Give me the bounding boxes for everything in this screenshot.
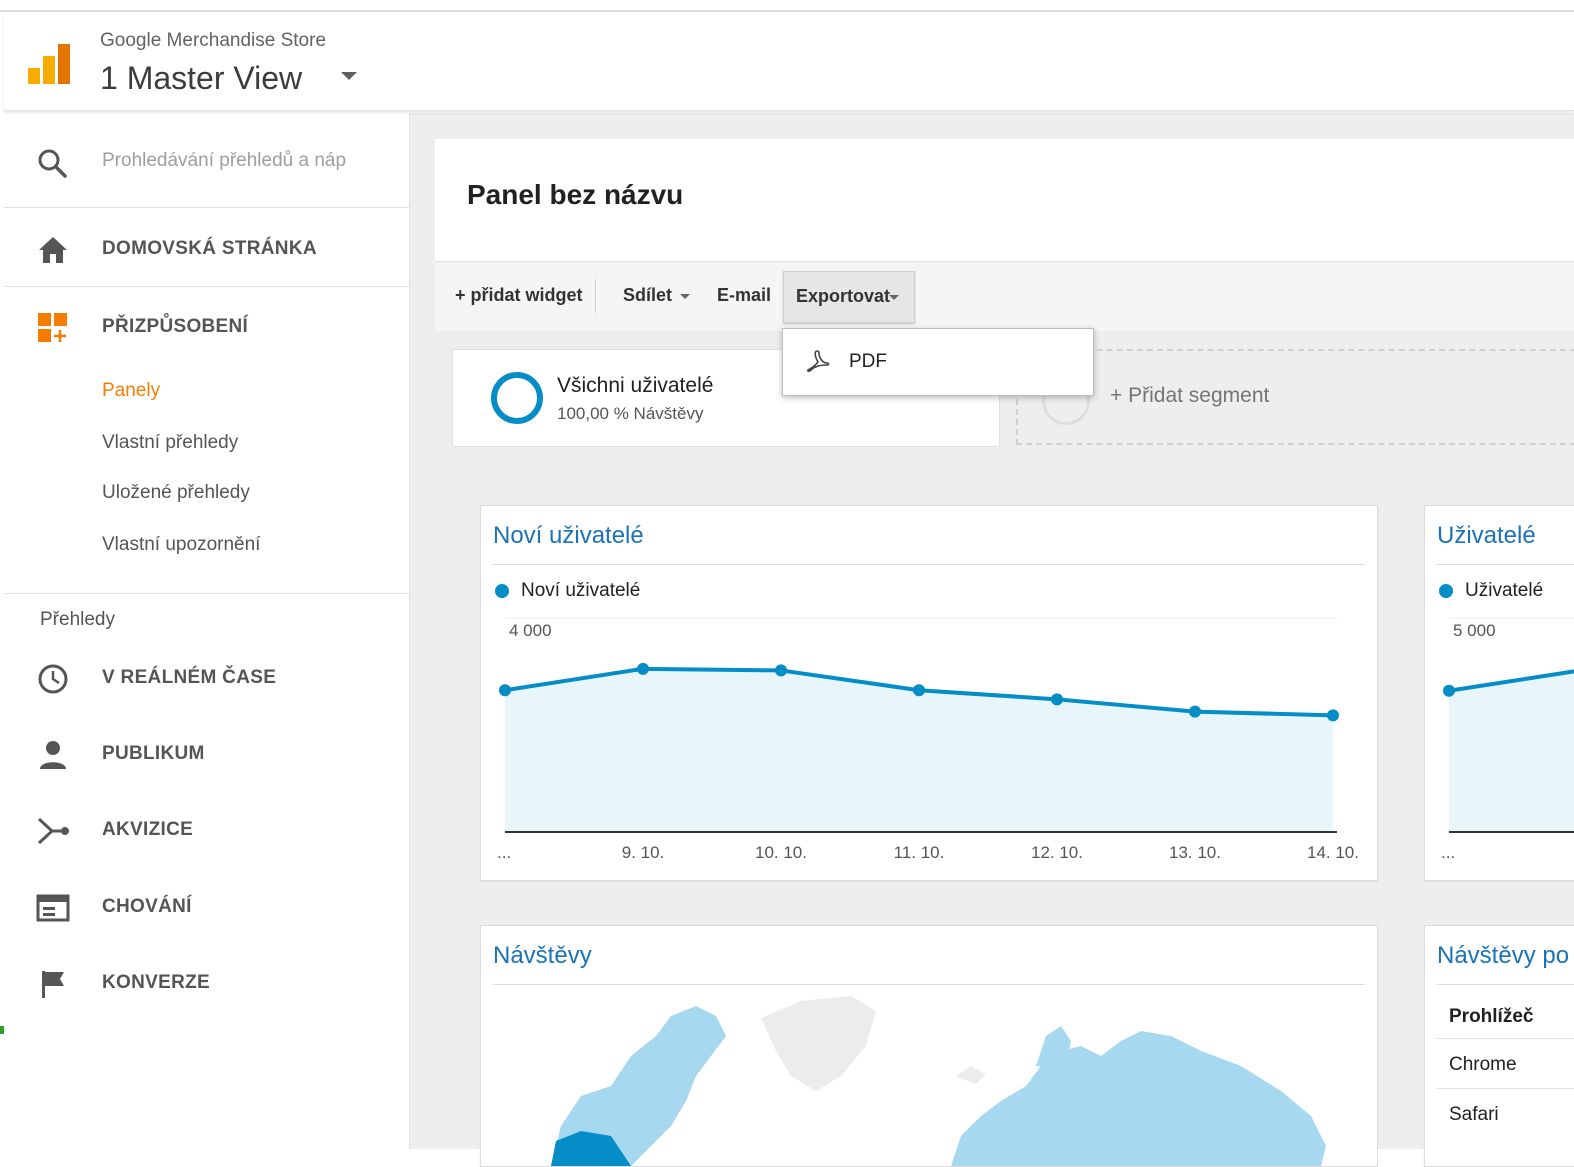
y-tick-label: 4 000	[509, 621, 552, 640]
x-tick-label: 11. 10.	[894, 843, 945, 862]
data-point	[1051, 693, 1063, 706]
divider	[4, 286, 409, 287]
sidebar-item-label: V REÁLNÉM ČASE	[102, 667, 277, 688]
table-header-browser: Prohlížeč	[1449, 1006, 1534, 1027]
clock-icon	[38, 664, 68, 694]
panel-toolbar: + přidat widget Sdílet E-mail Exportovat	[435, 263, 1574, 331]
map-region-greenland	[761, 996, 876, 1091]
add-widget-button[interactable]: + přidat widget	[455, 285, 583, 306]
search-input[interactable]	[102, 143, 362, 179]
sidebar-item-custom-alerts[interactable]: Vlastní upozornění	[102, 534, 260, 556]
map-region-scandinavia	[1036, 1026, 1071, 1066]
pdf-icon	[806, 350, 830, 372]
export-menu: PDF	[782, 328, 1094, 396]
share-label: Sdílet	[623, 285, 673, 305]
x-tick-label: ...	[1441, 843, 1455, 862]
chevron-down-icon	[889, 295, 899, 300]
view-selector[interactable]: 1 Master View	[100, 60, 302, 97]
sidebar-item-label: AKVIZICE	[102, 819, 194, 840]
data-point	[637, 662, 649, 675]
world-map[interactable]	[481, 926, 1377, 1166]
y-tick-label: 5 000	[1453, 621, 1496, 640]
data-point	[1443, 684, 1455, 697]
users-chart: 5 0002 500...9	[1441, 617, 1574, 862]
x-tick-label: 14. 10.	[1307, 843, 1359, 862]
data-point	[499, 684, 511, 697]
sidebar-item-conversions[interactable]: KONVERZE	[4, 953, 409, 1013]
sidebar-item-saved-reports[interactable]: Uložené přehledy	[102, 482, 250, 504]
table-row: Chrome	[1449, 1054, 1517, 1075]
divider	[4, 593, 409, 594]
edge-marker	[0, 1026, 4, 1034]
app-header: Google Merchandise Store 1 Master View	[4, 12, 1574, 111]
x-tick-label: 13. 10.	[1169, 843, 1221, 862]
share-button[interactable]: Sdílet	[623, 285, 691, 306]
series-area	[1449, 671, 1574, 832]
segment-ring-icon	[491, 372, 543, 424]
sidebar-item-home[interactable]: DOMOVSKÁ STRÁNKA	[4, 219, 409, 279]
segment-name: Všichni uživatelé	[557, 374, 714, 397]
main-content: Panel bez názvu + přidat widget Sdílet E…	[410, 113, 1574, 1167]
sidebar-item-audience[interactable]: PUBLIKUM	[4, 724, 409, 784]
segment-sub: 100,00 % Návštěvy	[557, 404, 704, 423]
account-name[interactable]: Google Merchandise Store	[100, 30, 326, 52]
sidebar-item-label: CHOVÁNÍ	[102, 896, 192, 917]
sidebar: DOMOVSKÁ STRÁNKA PŘIZPŮSOBENÍ Panely Vla…	[4, 113, 410, 1149]
reports-section-title: Přehledy	[40, 609, 115, 630]
sidebar-item-label: PUBLIKUM	[102, 743, 205, 764]
analytics-logo-icon	[28, 44, 70, 84]
window-icon	[36, 894, 70, 922]
x-tick-label: ...	[497, 843, 511, 862]
table-row: Safari	[1449, 1104, 1499, 1125]
table-row-divider	[1437, 1088, 1574, 1089]
add-segment-button[interactable]: + Přidat segment	[1016, 349, 1574, 445]
chevron-down-icon[interactable]	[341, 72, 357, 80]
acquisition-icon	[37, 817, 69, 845]
home-icon	[39, 237, 67, 263]
map-region-europe-asia	[951, 1031, 1326, 1166]
email-button[interactable]: E-mail	[717, 285, 771, 306]
chevron-down-icon	[680, 293, 691, 299]
sidebar-item-label: KONVERZE	[102, 972, 210, 993]
sidebar-item-custom-reports[interactable]: Vlastní přehledy	[102, 432, 238, 454]
top-border	[0, 0, 1574, 12]
widget-visits-by-browser: Návštěvy po Prohlížeč Chrome Safari	[1424, 925, 1574, 1167]
data-point	[1327, 709, 1339, 722]
add-segment-label: + Přidat segment	[1110, 384, 1270, 407]
sidebar-item-label: DOMOVSKÁ STRÁNKA	[102, 238, 317, 259]
x-tick-label: 9. 10.	[622, 843, 665, 862]
search-icon	[38, 149, 67, 178]
sidebar-item-dashboards[interactable]: Panely	[102, 380, 160, 402]
export-label: Exportovat	[796, 286, 891, 306]
widget-title[interactable]: Návštěvy po	[1437, 942, 1569, 970]
map-region-iceland	[956, 1066, 986, 1084]
flag-icon	[42, 971, 64, 998]
sidebar-item-customization[interactable]: PŘIZPŮSOBENÍ	[4, 297, 409, 357]
sidebar-item-behavior[interactable]: CHOVÁNÍ	[4, 877, 409, 937]
sidebar-item-label: PŘIZPŮSOBENÍ	[102, 316, 249, 337]
data-point	[913, 684, 925, 697]
widget-title-rule	[1437, 984, 1574, 985]
panel-header: Panel bez názvu	[435, 139, 1574, 262]
x-tick-label: 12. 10.	[1031, 843, 1083, 862]
menu-item-pdf[interactable]: PDF	[849, 351, 887, 373]
data-point	[1189, 705, 1201, 718]
dashboard-add-icon	[38, 313, 67, 342]
new-users-chart: 4 0002 000...9. 10.10. 10.11. 10.12. 10.…	[497, 617, 1359, 862]
sidebar-item-acquisition[interactable]: AKVIZICE	[4, 800, 409, 860]
data-point	[775, 664, 787, 677]
toolbar-divider	[595, 279, 596, 313]
widget-visits-map: Návštěvy	[480, 925, 1378, 1167]
sidebar-item-realtime[interactable]: V REÁLNÉM ČASE	[4, 648, 409, 708]
page-title: Panel bez názvu	[467, 179, 684, 210]
person-icon	[40, 741, 66, 769]
x-tick-label: 10. 10.	[755, 843, 807, 862]
table-row-divider	[1437, 1038, 1574, 1039]
widget-users: Uživatelé Uživatelé 5 0002 500...9	[1424, 505, 1574, 881]
widget-new-users: Noví uživatelé Noví uživatelé 4 0002 000…	[480, 505, 1378, 881]
sidebar-search	[4, 113, 409, 208]
export-button[interactable]: Exportovat	[783, 271, 915, 323]
